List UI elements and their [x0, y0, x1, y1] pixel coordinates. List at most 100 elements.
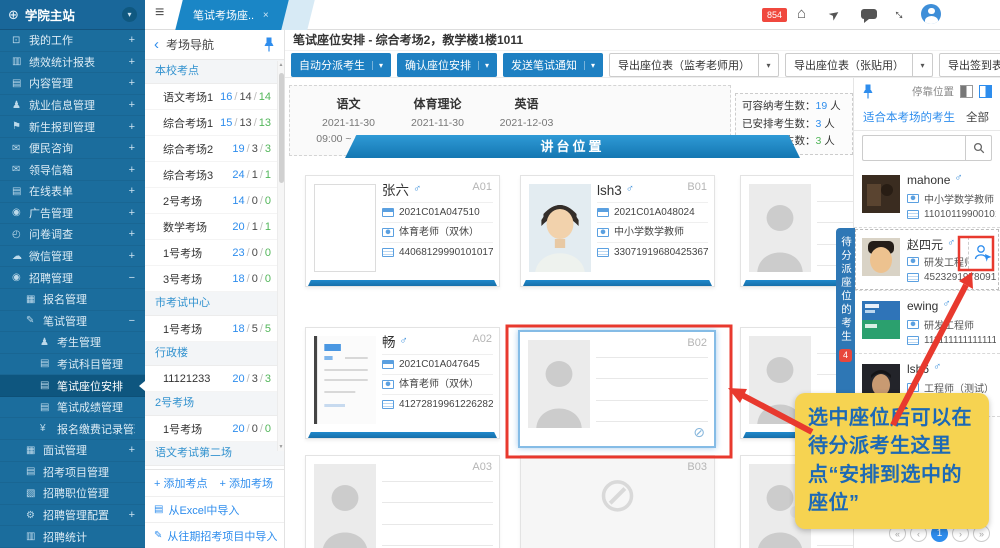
sidebar-item-written-exam-mgmt[interactable]: ✎笔试管理− [0, 311, 145, 333]
sidebar-item-ad-mgmt[interactable]: ◉广告管理+ [0, 203, 145, 225]
seat-card-b01[interactable]: B01 lsh3♂ 2021C01A048024 中小学数学教师 3307191… [520, 175, 715, 287]
prohibit-icon[interactable]: ⊘ [693, 424, 705, 441]
tab-fit-this-room[interactable]: 适合本考场的考生 [863, 109, 966, 125]
add-site-button[interactable]: + 添加考点 [154, 475, 207, 491]
seat-card-b03-disabled[interactable]: B03 ⊘ [520, 455, 715, 548]
brand-header[interactable]: ⊕ 学院主站 ▾ [0, 0, 145, 30]
exam-room-item[interactable]: 综合考场115/13/13 [145, 110, 284, 136]
job-title: 研发工程师 [924, 254, 974, 269]
home-icon[interactable]: ⌂ [797, 5, 806, 22]
import-past-project-button[interactable]: ✎从往期招考项目中导入 [145, 522, 284, 548]
pin-icon[interactable] [862, 84, 874, 99]
sidebar-item-performance-reports[interactable]: ▥绩效统计报表+ [0, 52, 145, 74]
back-chevron-icon[interactable]: ‹ [154, 36, 159, 53]
search-input[interactable] [862, 135, 965, 161]
idcard-icon [907, 336, 919, 345]
exam-room-item[interactable]: 1112123320/3/3 [145, 366, 284, 392]
sidebar-item-exam-project-mgmt[interactable]: ▤招考项目管理 [0, 462, 145, 484]
tab-all[interactable]: 全部 [966, 109, 991, 125]
sidebar-item-my-work[interactable]: ⊡我的工作+ [0, 30, 145, 52]
export-seat-chart-proctor-button[interactable]: 导出座位表（监考老师用） [609, 53, 759, 77]
exam-room-item[interactable]: 语文考场116/14/14 [145, 84, 284, 110]
form-icon: ▤ [12, 186, 29, 197]
send-notice-button[interactable]: 发送笔试通知▾ [503, 53, 603, 77]
button-label: 确认座位安排 [405, 57, 471, 73]
seat-card-a02[interactable]: A02 畅♂ 2021C01A047645 体育老师（双休） 412728199… [305, 327, 500, 439]
sidebar-item-recruit-mgmt[interactable]: ◉招聘管理− [0, 267, 145, 289]
export-seat-chart-post-button[interactable]: 导出座位表（张贴用） [785, 53, 913, 77]
button-label: 导出签到表 [948, 57, 1000, 73]
flag-icon: ⚑ [12, 121, 29, 132]
exam-room-item-current[interactable]: 综合考场219/3/3 [145, 136, 284, 162]
seat-card-b02-selected[interactable]: B02 ⊘ [518, 330, 716, 448]
candidate-row-mahone[interactable]: mahone♂ 中小学数学教师 110101199001017030 [854, 165, 1000, 228]
dropdown-caret-icon[interactable]: ▾ [478, 61, 489, 70]
candidate-name: 张六 [382, 183, 409, 198]
candidate-row-ewing[interactable]: ewing♂ 研发工程师 111111111111111111 [854, 291, 1000, 354]
sidebar-item-exam-subject-mgmt[interactable]: ▤考试科目管理 [0, 354, 145, 376]
auto-assign-button[interactable]: 自动分派考生▾ [291, 53, 391, 77]
scrollbar-thumb[interactable] [279, 73, 284, 183]
nav-scrollbar[interactable]: ▲ ▼ [277, 61, 284, 451]
sidebar-item-leader-mailbox[interactable]: ✉领导信箱+ [0, 159, 145, 181]
sidebar-item-candidate-mgmt[interactable]: ♟考生管理 [0, 332, 145, 354]
sidebar-item-recruit-stats[interactable]: ▥招聘统计 [0, 526, 145, 548]
assign-to-selected-seat-button[interactable] [968, 237, 997, 269]
sidebar-item-exam-score-mgmt[interactable]: ▤笔试成绩管理 [0, 397, 145, 419]
dropdown-caret-icon[interactable]: ▾ [759, 53, 779, 77]
scroll-down-icon[interactable]: ▼ [278, 444, 284, 450]
sidebar-item-seat-arrangement[interactable]: ▤笔试座位安排 [0, 375, 145, 397]
separator: / [260, 373, 263, 385]
pending-candidates-tab[interactable]: 待分派座位的考生 4 [836, 228, 855, 416]
sidebar-item-content-mgmt[interactable]: ▤内容管理+ [0, 73, 145, 95]
sidebar-item-payment-records[interactable]: ¥报名缴费记录管理 [0, 418, 145, 440]
dropdown-caret-icon[interactable]: ▾ [584, 61, 595, 70]
sidebar-item-employment-info[interactable]: ♟就业信息管理+ [0, 95, 145, 117]
sidebar-item-signup-mgmt[interactable]: ▦报名管理 [0, 289, 145, 311]
send-icon[interactable]: ➤ [825, 5, 843, 24]
sidebar-item-wechat-mgmt[interactable]: ☁微信管理+ [0, 246, 145, 268]
scroll-up-icon[interactable]: ▲ [278, 62, 284, 68]
dropdown-caret-icon[interactable]: ▾ [372, 61, 383, 70]
exam-room-item[interactable]: 综合考场324/1/1 [145, 162, 284, 188]
exam-room-item[interactable]: 1号考场20/0/0 [145, 416, 284, 442]
sidebar-item-public-consultation[interactable]: ✉便民咨询+ [0, 138, 145, 160]
close-icon[interactable]: × [263, 10, 269, 21]
sidebar-item-position-mgmt[interactable]: ▧招聘职位管理 [0, 483, 145, 505]
chat-icon[interactable] [861, 9, 877, 19]
sidebar-item-survey[interactable]: ◴问卷调查+ [0, 224, 145, 246]
search-button[interactable] [965, 135, 992, 161]
room-name: 1号考场 [163, 245, 232, 261]
help-tooltip: 选中座位后可以在待分派考生这里点“安排到选中的座位” [795, 393, 989, 529]
add-room-button[interactable]: + 添加考场 [219, 475, 272, 491]
exam-room-item[interactable]: 数学考场20/1/1 [145, 214, 284, 240]
pin-icon[interactable] [263, 37, 275, 52]
tab-written-exam-room[interactable]: 笔试考场座.. × [175, 0, 288, 30]
import-excel-button[interactable]: ▤从Excel中导入 [145, 496, 284, 522]
dropdown-caret-icon[interactable]: ▾ [913, 53, 933, 77]
confirm-seating-button[interactable]: 确认座位安排 ▾ [397, 53, 497, 77]
exam-room-item[interactable]: 1号考场18/5/5 [145, 316, 284, 342]
exam-room-item[interactable]: 1号考场23/0/0 [145, 240, 284, 266]
notification-badge[interactable]: 854 [762, 8, 787, 22]
dock-right-toggle[interactable] [979, 85, 992, 98]
user-avatar[interactable] [921, 4, 941, 24]
male-icon: ♂ [954, 172, 962, 184]
collapse-circle-icon[interactable]: ▾ [122, 7, 137, 22]
sidebar-item-online-forms[interactable]: ▤在线表单+ [0, 181, 145, 203]
export-signin-sheet-button[interactable]: 导出签到表 [939, 53, 1000, 77]
separator: / [247, 323, 250, 335]
sidebar-item-freshman-registration[interactable]: ⚑新生报到管理+ [0, 116, 145, 138]
fullscreen-icon[interactable]: ↔ [889, 2, 912, 25]
sidebar-item-recruit-config[interactable]: ⚙招聘管理配置+ [0, 505, 145, 527]
exam-room-item[interactable]: 3号考场18/0/0 [145, 266, 284, 292]
seat-card-a03[interactable]: A03 [305, 455, 500, 548]
exam-room-item[interactable]: 2号考场14/0/0 [145, 188, 284, 214]
hamburger-icon[interactable]: ≡ [155, 4, 164, 22]
dock-left-toggle[interactable] [960, 85, 973, 98]
sidebar-item-interview-mgmt[interactable]: ▦面试管理+ [0, 440, 145, 462]
seat-card-a01[interactable]: A01 张六♂ 2021C01A047510 体育老师（双休） 44068129… [305, 175, 500, 287]
capacity-count: 24 [232, 169, 244, 181]
candidate-row-zhaosiyuan[interactable]: 赵四元♂ 研发工程师 45232919780911 [854, 228, 1000, 291]
sidebar-item-label: 考试科目管理 [57, 356, 135, 372]
